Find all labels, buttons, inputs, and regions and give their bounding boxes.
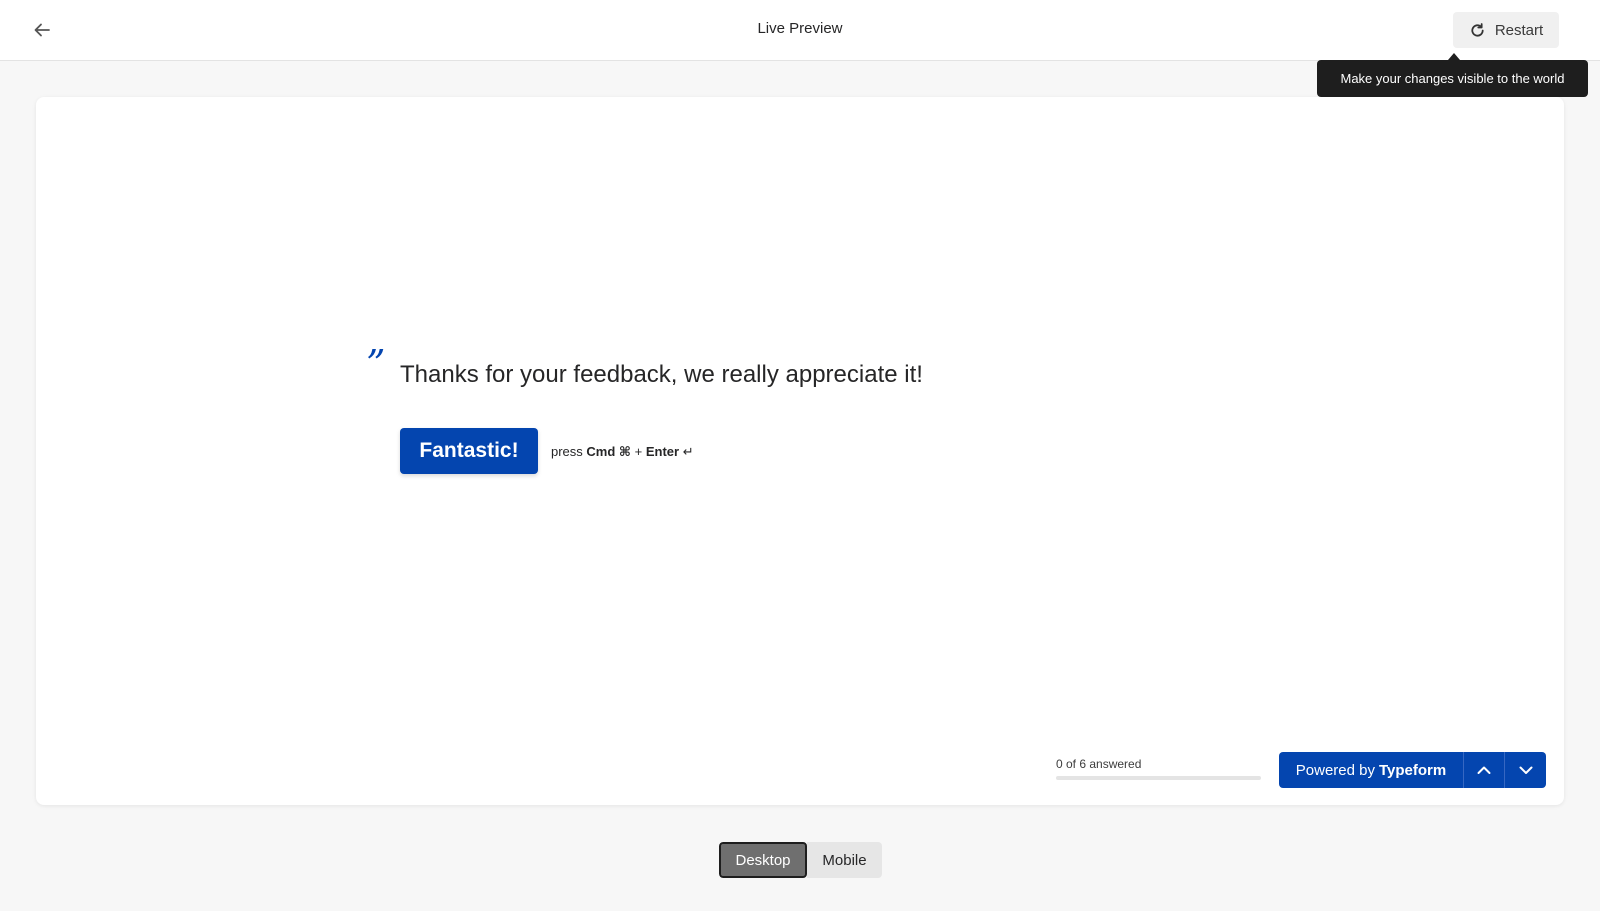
restart-label: Restart (1494, 21, 1544, 39)
form-preview-card: ” Thanks for your feedback, we really ap… (36, 97, 1564, 805)
powered-by-brand: Typeform (1378, 761, 1447, 779)
powered-by-typeform-button[interactable]: Powered by Typeform (1279, 752, 1464, 788)
restart-button[interactable]: Restart (1453, 12, 1559, 48)
hint-plus: + (634, 444, 643, 459)
mobile-view-button[interactable]: Mobile (807, 842, 882, 878)
chevron-up-icon (1477, 766, 1491, 774)
keyboard-hint: press Cmd ⌘ + Enter ↵ (551, 444, 694, 460)
powered-by-prefix: Powered by (1295, 761, 1375, 779)
desktop-view-button[interactable]: Desktop (719, 842, 807, 878)
hint-prefix: press (551, 444, 583, 459)
quote-icon: ” (366, 342, 386, 386)
top-bar: Live Preview Restart (0, 0, 1600, 61)
progress-label: 0 of 6 answered (1056, 757, 1142, 771)
hint-key-enter: Enter (645, 444, 680, 459)
next-question-button[interactable] (1505, 752, 1546, 788)
previous-question-button[interactable] (1464, 752, 1505, 788)
enter-icon: ↵ (682, 444, 694, 459)
chevron-down-icon (1519, 766, 1532, 774)
powered-by-bar: Powered by Typeform (1279, 752, 1546, 788)
hint-key-cmd: Cmd ⌘ (586, 444, 631, 459)
submit-button[interactable]: Fantastic! (400, 428, 538, 474)
restart-tooltip: Make your changes visible to the world (1317, 60, 1588, 97)
device-toggle: Desktop Mobile (719, 842, 882, 878)
refresh-icon (1471, 22, 1484, 37)
page-title: Live Preview (757, 20, 843, 37)
tooltip-arrow (1448, 53, 1460, 60)
progress-bar (1056, 776, 1261, 780)
thank-you-message: Thanks for your feedback, we really appr… (400, 361, 923, 388)
